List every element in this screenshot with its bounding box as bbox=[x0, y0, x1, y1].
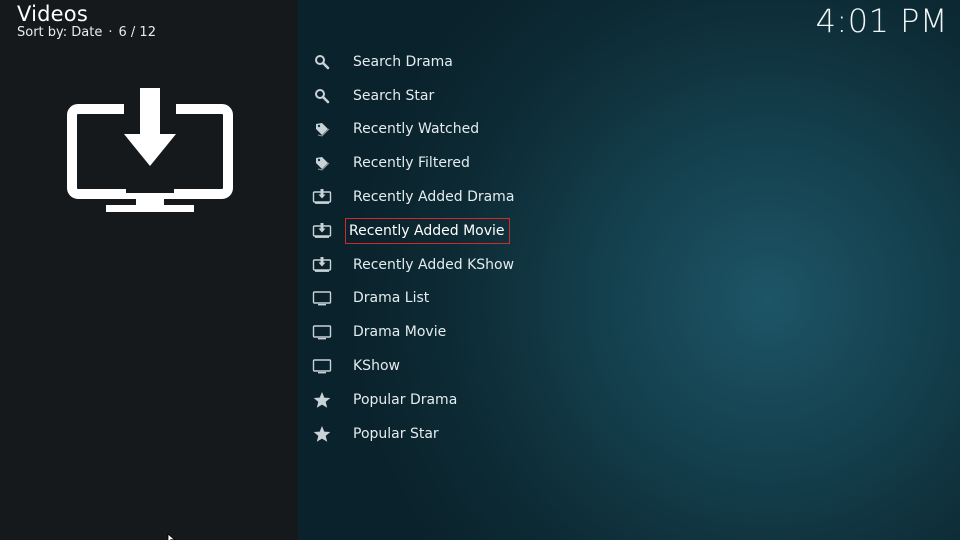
download-monitor-icon bbox=[310, 221, 334, 241]
kodi-videos-screen: Videos Sort by: Date · 6 / 12 4:01 PM Sear… bbox=[0, 0, 960, 540]
menu-item[interactable]: Drama Movie bbox=[310, 315, 710, 349]
download-monitor-icon bbox=[310, 255, 334, 275]
menu-list: Search Drama Search Star Recently Watche… bbox=[310, 45, 710, 451]
monitor-icon bbox=[310, 356, 334, 376]
menu-item-label: Recently Watched bbox=[353, 121, 480, 138]
menu-item-label: KShow bbox=[353, 358, 400, 375]
download-monitor-icon bbox=[67, 86, 233, 212]
sort-info: Sort by: Date · 6 / 12 bbox=[17, 25, 156, 40]
item-position: 6 / 12 bbox=[118, 25, 156, 40]
menu-item[interactable]: Search Drama bbox=[310, 45, 710, 79]
mouse-cursor-icon bbox=[167, 533, 176, 540]
tag-icon bbox=[310, 119, 334, 139]
star-icon bbox=[310, 390, 334, 410]
tag-icon bbox=[310, 153, 334, 173]
star-icon bbox=[310, 424, 334, 444]
download-monitor-icon bbox=[310, 187, 334, 207]
menu-item[interactable]: Drama List bbox=[310, 282, 710, 316]
clock: 4:01 PM bbox=[815, 2, 948, 40]
menu-item-label: Drama Movie bbox=[353, 324, 447, 341]
sort-label[interactable]: Sort by: Date bbox=[17, 25, 102, 40]
menu-item[interactable]: Recently Added Drama bbox=[310, 180, 710, 214]
menu-item[interactable]: Recently Added Movie bbox=[310, 214, 710, 248]
monitor-icon bbox=[310, 322, 334, 342]
menu-item-label: Search Star bbox=[353, 87, 435, 104]
menu-item[interactable]: Search Star bbox=[310, 79, 710, 113]
page-title: Videos bbox=[17, 2, 88, 26]
menu-item-label: Drama List bbox=[353, 290, 430, 307]
menu-item[interactable]: Popular Star bbox=[310, 417, 710, 451]
menu-item-label: Popular Drama bbox=[353, 391, 458, 408]
menu-item[interactable]: KShow bbox=[310, 349, 710, 383]
search-icon bbox=[310, 52, 334, 72]
menu-item-label: Recently Added Drama bbox=[353, 189, 515, 206]
menu-item-label: Search Drama bbox=[353, 53, 453, 70]
menu-item-label: Recently Added Movie bbox=[345, 217, 510, 244]
menu-item-label: Popular Star bbox=[353, 425, 439, 442]
separator-dot: · bbox=[108, 25, 113, 40]
left-panel: Videos Sort by: Date · 6 / 12 bbox=[0, 0, 298, 540]
menu-item[interactable]: Recently Filtered bbox=[310, 146, 710, 180]
search-icon bbox=[310, 86, 334, 106]
monitor-icon bbox=[310, 288, 334, 308]
menu-item[interactable]: Recently Added KShow bbox=[310, 248, 710, 282]
menu-item[interactable]: Popular Drama bbox=[310, 383, 710, 417]
menu-item[interactable]: Recently Watched bbox=[310, 113, 710, 147]
menu-item-label: Recently Filtered bbox=[353, 155, 470, 172]
menu-item-label: Recently Added KShow bbox=[353, 256, 515, 273]
